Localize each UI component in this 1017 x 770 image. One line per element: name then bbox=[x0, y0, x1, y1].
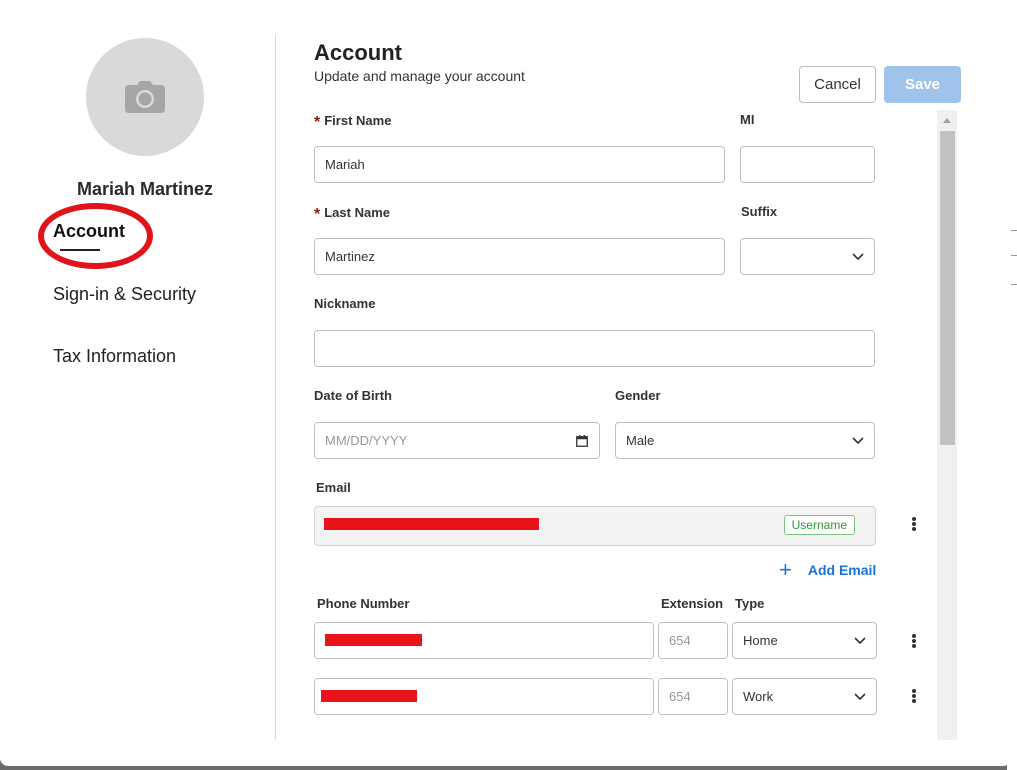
phone-input[interactable] bbox=[314, 678, 654, 715]
required-marker: * bbox=[314, 206, 321, 223]
extension-label: Extension bbox=[661, 596, 724, 611]
plus-icon: + bbox=[779, 557, 792, 582]
sidebar-item-tax-information[interactable]: Tax Information bbox=[53, 346, 176, 367]
phone-more-options-icon[interactable] bbox=[909, 686, 919, 706]
phone-more-options-icon[interactable] bbox=[909, 631, 919, 651]
dob-input[interactable]: MM/DD/YYYY bbox=[314, 422, 600, 459]
calendar-icon[interactable] bbox=[576, 435, 588, 447]
scroll-up-arrow-icon[interactable] bbox=[937, 110, 957, 130]
cancel-button[interactable]: Cancel bbox=[799, 66, 876, 103]
email-field: Username bbox=[314, 506, 876, 546]
email-label: Email bbox=[316, 480, 351, 495]
type-label: Type bbox=[735, 596, 765, 611]
nickname-label: Nickname bbox=[314, 296, 376, 311]
phone-number-label: Phone Number bbox=[317, 596, 410, 611]
camera-icon bbox=[125, 81, 165, 113]
redacted-phone bbox=[325, 634, 422, 646]
chevron-down-icon bbox=[852, 437, 864, 445]
page-title: Account bbox=[314, 40, 402, 65]
chevron-down-icon bbox=[854, 637, 866, 645]
first-name-label: * First Name bbox=[314, 113, 392, 131]
save-button[interactable]: Save bbox=[884, 66, 961, 103]
suffix-select[interactable] bbox=[740, 238, 875, 275]
gender-value: Male bbox=[626, 433, 655, 448]
last-name-value: Martinez bbox=[325, 249, 375, 264]
phone-type-select[interactable]: Work bbox=[732, 678, 877, 715]
mi-input[interactable] bbox=[740, 146, 875, 183]
scrollbar-thumb[interactable] bbox=[940, 131, 955, 445]
chevron-down-icon bbox=[852, 253, 864, 261]
nickname-input[interactable] bbox=[314, 330, 875, 367]
add-email-button[interactable]: + Add Email bbox=[779, 557, 877, 582]
dob-placeholder: MM/DD/YYYY bbox=[325, 433, 408, 448]
page-subtitle: Update and manage your account bbox=[314, 68, 525, 84]
redacted-phone bbox=[321, 690, 417, 702]
scrollbar[interactable] bbox=[937, 110, 957, 740]
phone-type-select[interactable]: Home bbox=[732, 622, 877, 659]
first-name-value: Mariah bbox=[325, 157, 365, 172]
phone-type-value: Home bbox=[743, 633, 778, 648]
extension-placeholder: 654 bbox=[669, 633, 691, 648]
chevron-down-icon bbox=[854, 693, 866, 701]
mi-label: MI bbox=[740, 112, 755, 127]
suffix-label: Suffix bbox=[741, 204, 778, 219]
avatar-upload[interactable] bbox=[86, 38, 204, 156]
extension-input[interactable]: 654 bbox=[658, 622, 728, 659]
sidebar: Mariah Martinez Account Sign-in & Securi… bbox=[0, 0, 276, 766]
annotation-circle bbox=[38, 203, 153, 269]
add-email-label: Add Email bbox=[807, 562, 877, 578]
required-marker: * bbox=[314, 114, 321, 131]
user-name: Mariah Martinez bbox=[76, 179, 214, 199]
account-settings-modal: Mariah Martinez Account Sign-in & Securi… bbox=[0, 0, 1011, 766]
extension-input[interactable]: 654 bbox=[658, 678, 728, 715]
extension-placeholder: 654 bbox=[669, 689, 691, 704]
gender-select[interactable]: Male bbox=[615, 422, 875, 459]
phone-input[interactable] bbox=[314, 622, 654, 659]
gender-label: Gender bbox=[615, 388, 661, 403]
username-badge: Username bbox=[783, 515, 855, 535]
first-name-input[interactable]: Mariah bbox=[314, 146, 725, 183]
sidebar-item-sign-in-security[interactable]: Sign-in & Security bbox=[53, 284, 196, 305]
redacted-email bbox=[324, 518, 539, 530]
last-name-input[interactable]: Martinez bbox=[314, 238, 725, 275]
phone-type-value: Work bbox=[743, 689, 774, 704]
last-name-label: * Last Name bbox=[314, 205, 390, 223]
account-form-panel: Account Update and manage your account C… bbox=[276, 0, 1011, 766]
dob-label: Date of Birth bbox=[314, 388, 392, 403]
email-more-options-icon[interactable] bbox=[909, 514, 919, 534]
